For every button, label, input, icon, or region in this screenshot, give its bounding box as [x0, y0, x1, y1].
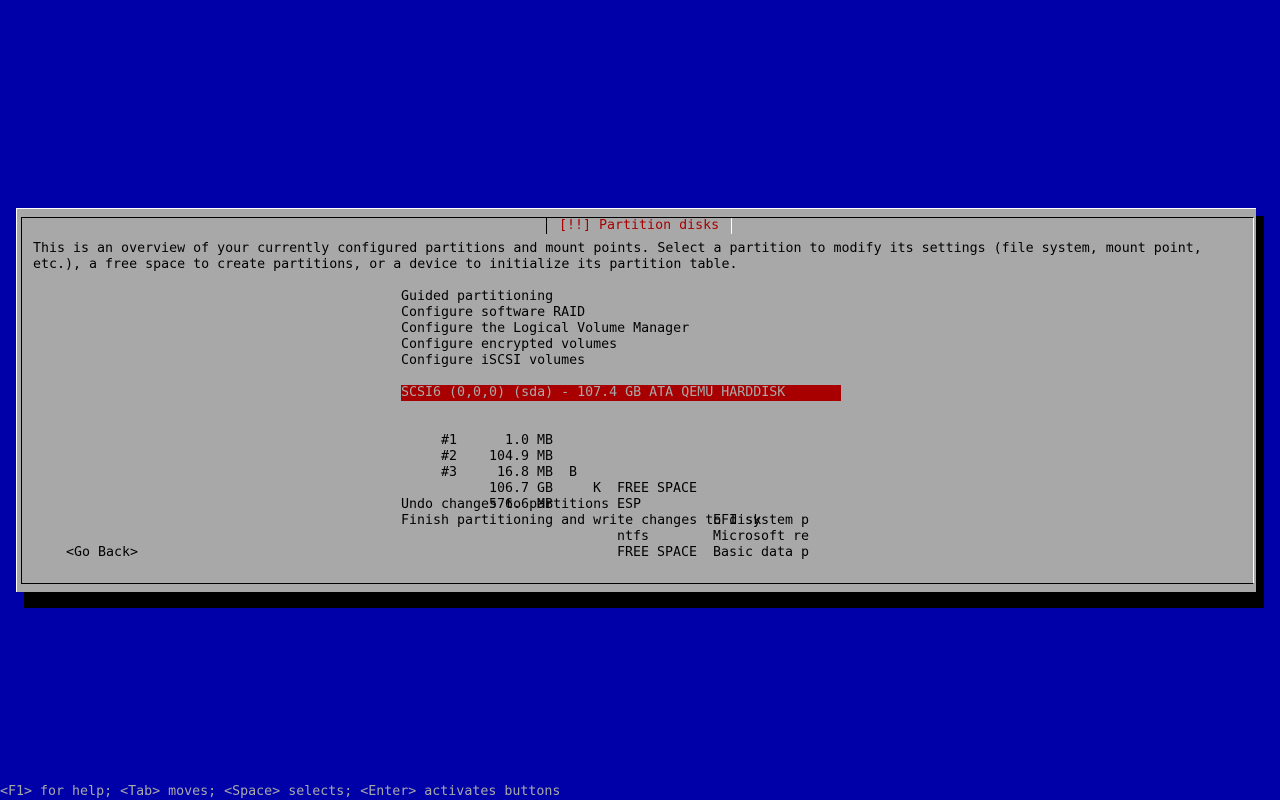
undo-changes-item[interactable]: Undo changes to partitions: [401, 497, 609, 513]
partition-size: 106.7 GB: [489, 481, 554, 496]
partition-row-3[interactable]: #3 106.7 GB ntfs Basic data p: [401, 449, 841, 560]
menu-configure-software-raid[interactable]: Configure software RAID: [401, 305, 585, 321]
description-line-1: This is an overview of your currently co…: [33, 241, 1202, 256]
menu-configure-iscsi-volumes[interactable]: Configure iSCSI volumes: [401, 353, 585, 369]
finish-partitioning-item[interactable]: Finish partitioning and write changes to…: [401, 513, 761, 529]
partition-name: Basic data p: [713, 545, 810, 560]
menu-configure-encrypted-volumes[interactable]: Configure encrypted volumes: [401, 337, 617, 353]
status-bar: <F1> for help; <Tab> moves; <Space> sele…: [0, 784, 561, 799]
partition-row-free-1[interactable]: 1.0 MB FREE SPACE: [401, 401, 841, 496]
partition-type: FREE SPACE: [617, 545, 698, 560]
partition-row-free-2[interactable]: 576.6 MB FREE SPACE: [401, 465, 841, 560]
menu-configure-lvm[interactable]: Configure the Logical Volume Manager: [401, 321, 689, 337]
description-line-2: etc.), a free space to create partitions…: [33, 257, 738, 272]
dialog-title-box: [!!] Partition disks: [546, 218, 733, 234]
partition-type: ntfs: [617, 529, 650, 544]
partition-row-2[interactable]: #2 16.8 MB Microsoft re: [401, 433, 841, 544]
partition-type: ESP: [617, 497, 642, 512]
partition-name: Microsoft re: [713, 529, 810, 544]
partition-type: FREE SPACE: [617, 481, 698, 496]
dialog-title: [!!] Partition disks: [559, 218, 720, 233]
go-back-button[interactable]: <Go Back>: [66, 545, 138, 561]
partition-disks-dialog: [!!] Partition disks This is an overview…: [16, 208, 1256, 592]
menu-guided-partitioning[interactable]: Guided partitioning: [401, 289, 553, 305]
disk-sda-item[interactable]: SCSI6 (0,0,0) (sda) - 107.4 GB ATA QEMU …: [401, 385, 841, 401]
partition-row-1[interactable]: #1 104.9 MB B K ESP EFI system p: [401, 417, 841, 528]
partition-keep-flag: K: [593, 481, 602, 496]
